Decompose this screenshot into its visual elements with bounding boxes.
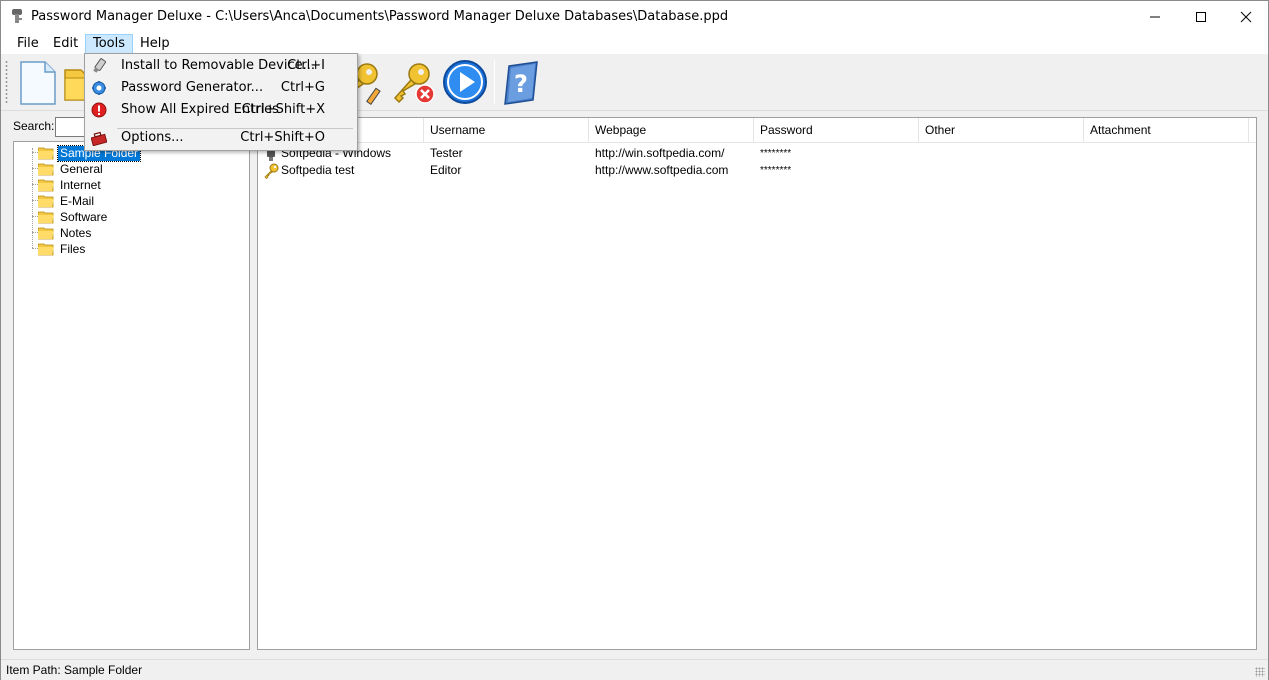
- tree-connector: [32, 148, 33, 248]
- help-icon: ?: [504, 61, 538, 105]
- table-row[interactable]: Softpedia - Windows Tester http://win.so…: [258, 145, 1256, 162]
- entry-password: ********: [760, 165, 792, 176]
- gear-globe-icon: [92, 81, 106, 95]
- menu-help[interactable]: Help: [133, 34, 177, 54]
- menu-item-label: Password Generator...: [121, 80, 264, 95]
- menu-item-show-expired[interactable]: Show All Expired Entries Ctrl+Shift+X: [87, 99, 355, 121]
- column-header-other[interactable]: Other: [919, 118, 1084, 143]
- close-icon: [1240, 11, 1252, 22]
- menu-item-shortcut: Ctrl+G: [280, 80, 325, 95]
- svg-text:?: ?: [514, 70, 528, 98]
- menu-item-shortcut: Ctrl+Shift+O: [240, 130, 325, 145]
- resize-grip[interactable]: [1255, 667, 1265, 677]
- open-database-button[interactable]: [63, 58, 85, 106]
- folder-icon: [38, 227, 54, 239]
- toolbox-icon: [91, 131, 107, 146]
- column-header-attachment[interactable]: Attachment: [1084, 118, 1249, 143]
- help-button[interactable]: ?: [499, 58, 547, 106]
- folder-tree[interactable]: Sample Folder General Internet E-Mail So…: [13, 141, 250, 650]
- menu-item-label: Install to Removable Device...: [121, 58, 316, 73]
- minimize-button[interactable]: [1132, 1, 1178, 32]
- app-key-icon: [12, 9, 22, 23]
- folder-icon: [38, 195, 54, 207]
- tree-item-label: Software: [60, 209, 108, 224]
- list-header: Username Webpage Password Other Attachme…: [258, 118, 1256, 143]
- usb-drive-icon: [93, 58, 107, 73]
- maximize-icon: [1196, 11, 1206, 22]
- entry-title: Softpedia test: [281, 163, 355, 177]
- menu-edit[interactable]: Edit: [46, 34, 85, 54]
- entry-webpage: http://win.softpedia.com/: [595, 146, 725, 160]
- menu-item-password-generator[interactable]: Password Generator... Ctrl+G: [87, 77, 355, 99]
- delete-entry-button[interactable]: [389, 58, 437, 106]
- folder-icon: [38, 211, 54, 223]
- tree-item-label: Files: [60, 241, 86, 256]
- status-bar: Item Path: Sample Folder: [1, 659, 1268, 680]
- tree-item-label: Notes: [60, 225, 92, 240]
- status-item-path: Item Path: Sample Folder: [6, 663, 143, 677]
- tree-item-internet[interactable]: Internet: [38, 177, 103, 193]
- menu-bar: File Edit Tools Help: [1, 32, 1268, 54]
- app-window: Password Manager Deluxe - C:\Users\Anca\…: [0, 0, 1269, 680]
- menu-item-install-removable[interactable]: Install to Removable Device... Ctrl+I: [87, 55, 355, 77]
- entry-username: Editor: [430, 163, 462, 177]
- window-title: Password Manager Deluxe - C:\Users\Anca\…: [31, 9, 729, 24]
- column-header-username[interactable]: Username: [424, 118, 589, 143]
- column-header-webpage[interactable]: Webpage: [589, 118, 754, 143]
- toolbar-grip[interactable]: [5, 60, 8, 104]
- open-folder-icon: [64, 69, 85, 101]
- tree-item-label: Internet: [60, 177, 101, 192]
- key-icon: [264, 163, 279, 179]
- delete-key-icon: [393, 63, 435, 104]
- close-button[interactable]: [1223, 1, 1269, 32]
- menu-item-shortcut: Ctrl+I: [287, 58, 325, 73]
- tools-menu-dropdown: Install to Removable Device... Ctrl+I Pa…: [84, 53, 358, 151]
- menu-file[interactable]: File: [10, 34, 46, 54]
- maximize-button[interactable]: [1178, 1, 1224, 32]
- new-document-icon: [20, 61, 56, 105]
- menu-item-options[interactable]: Options... Ctrl+Shift+O: [87, 127, 355, 149]
- entries-list[interactable]: Username Webpage Password Other Attachme…: [257, 117, 1257, 650]
- entry-password: ********: [760, 148, 792, 159]
- menu-item-shortcut: Ctrl+Shift+X: [241, 102, 325, 117]
- title-bar[interactable]: Password Manager Deluxe - C:\Users\Anca\…: [1, 1, 1268, 32]
- toolbar-separator: [494, 60, 495, 104]
- menu-item-label: Options...: [121, 130, 184, 145]
- tree-item-software[interactable]: Software: [38, 209, 109, 225]
- column-header-password[interactable]: Password: [754, 118, 919, 143]
- folder-icon: [38, 147, 54, 159]
- tree-item-files[interactable]: Files: [38, 241, 87, 257]
- warning-icon: [91, 102, 107, 118]
- tree-item-email[interactable]: E-Mail: [38, 193, 96, 209]
- menu-tools[interactable]: Tools: [85, 34, 134, 54]
- search-label: Search:: [13, 119, 55, 133]
- new-database-button[interactable]: [13, 58, 61, 106]
- go-button[interactable]: [441, 58, 489, 106]
- tree-item-label: E-Mail: [60, 193, 95, 208]
- tree-item-label: General: [60, 161, 103, 176]
- folder-icon: [38, 243, 54, 255]
- entry-webpage: http://www.softpedia.com: [595, 163, 729, 177]
- tree-item-notes[interactable]: Notes: [38, 225, 93, 241]
- tree-item-general[interactable]: General: [38, 161, 105, 177]
- table-row[interactable]: Softpedia test Editor http://www.softped…: [258, 162, 1256, 179]
- minimize-icon: [1150, 16, 1160, 17]
- go-icon: [443, 60, 487, 104]
- folder-icon: [38, 163, 54, 175]
- folder-icon: [38, 179, 54, 191]
- entry-username: Tester: [430, 146, 463, 160]
